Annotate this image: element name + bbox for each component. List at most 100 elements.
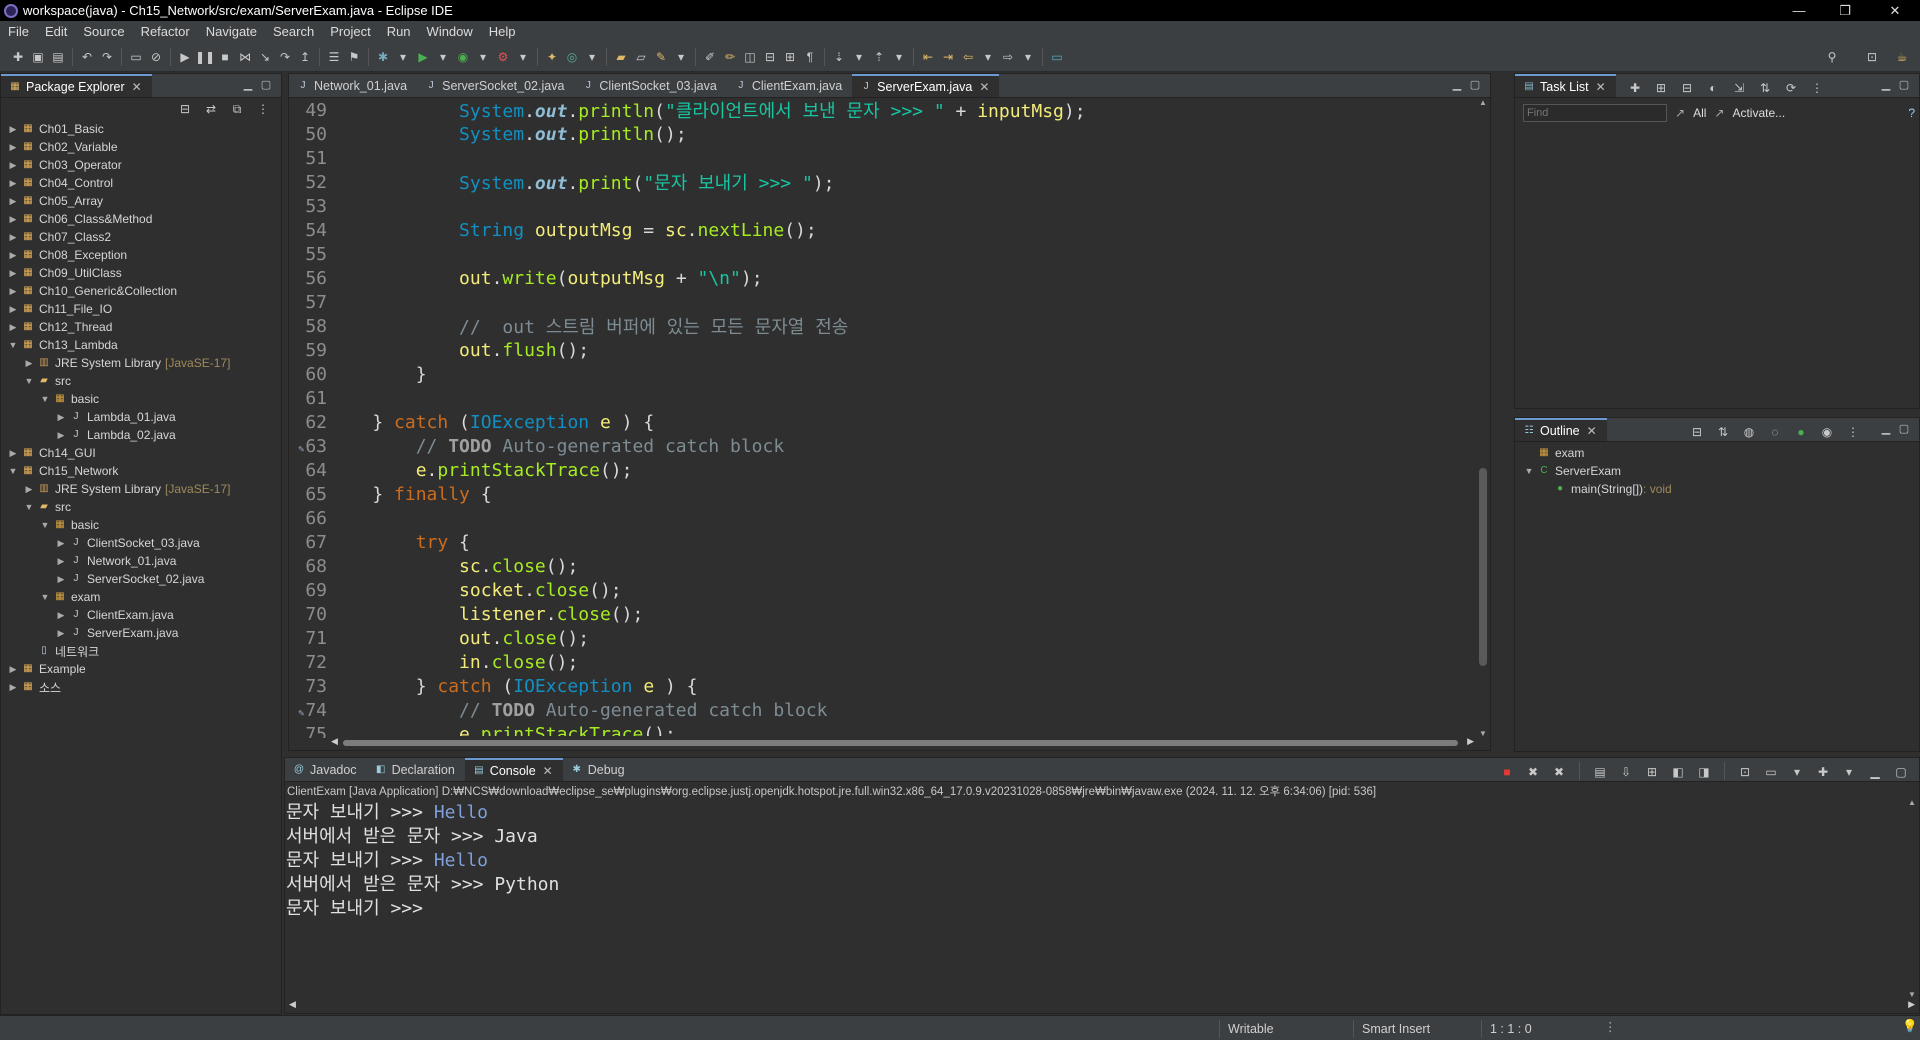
link-with-editor-icon[interactable]: ⇄ (201, 99, 221, 119)
tab-serversocket-02-java[interactable]: J ServerSocket_02.java (417, 74, 574, 97)
categorized-icon[interactable]: ⊞ (1651, 78, 1671, 98)
chevron-right-icon[interactable]: ▶ (7, 160, 19, 171)
tree-item[interactable]: ▶ ▦ Ch04_Control (1, 174, 281, 192)
chevron-right-icon[interactable]: ▶ (7, 214, 19, 225)
tree-item[interactable]: ▼ ▦ Ch15_Network (1, 462, 281, 480)
toggle-breadcrumb-icon[interactable]: ◫ (740, 47, 760, 67)
tree-item[interactable]: ▶ ▦ Ch14_GUI (1, 444, 281, 462)
chevron-right-icon[interactable]: ▶ (7, 322, 19, 333)
tree-item[interactable]: ▶ J ServerExam.java (1, 624, 281, 642)
close-icon[interactable]: ✕ (979, 80, 989, 94)
status-cursor-position[interactable]: 1 : 1 : 0 (1481, 1020, 1532, 1038)
menu-run[interactable]: Run (379, 24, 419, 39)
display-console-icon[interactable]: ▭ (1761, 762, 1781, 782)
remove-launch-icon[interactable]: ✖ (1523, 762, 1543, 782)
redo-icon[interactable]: ↷ (97, 47, 117, 67)
tree-item[interactable]: ▼ ▦ exam (1, 588, 281, 606)
run-icon[interactable]: ▶ (413, 47, 433, 67)
tab-serverexam-java[interactable]: J ServerExam.java ✕ (852, 74, 1000, 97)
menu-navigate[interactable]: Navigate (198, 24, 265, 39)
outline-item[interactable]: ▦ exam (1523, 444, 1919, 462)
chevron-right-icon[interactable]: ▶ (7, 286, 19, 297)
debug-icon[interactable]: ✱ (373, 47, 393, 67)
dropdown-icon[interactable]: ▾ (513, 47, 533, 67)
collapse-icon[interactable]: ⇲ (1729, 78, 1749, 98)
code-line[interactable]: 73 } catch (IOException e ) { (289, 674, 1477, 698)
editor-vertical-scrollbar[interactable]: ▲ ▼ (1476, 98, 1490, 738)
next-annotation-icon[interactable]: ⇣ (829, 47, 849, 67)
tree-item[interactable]: ▶ J Network_01.java (1, 552, 281, 570)
chevron-right-icon[interactable]: ▶ (7, 682, 19, 693)
minimize-view-icon[interactable]: ▁ (1865, 762, 1885, 782)
suspend-icon[interactable]: ❚❚ (195, 47, 215, 67)
tree-item[interactable]: ▶ J Lambda_01.java (1, 408, 281, 426)
step-return-icon[interactable]: ↥ (295, 47, 315, 67)
tab-clientexam-java[interactable]: J ClientExam.java (727, 74, 852, 97)
menu-window[interactable]: Window (419, 24, 481, 39)
chevron-right-icon[interactable]: ▶ (55, 412, 67, 423)
dropdown-icon[interactable]: ▾ (1787, 762, 1807, 782)
chevron-right-icon[interactable]: ▶ (55, 628, 67, 639)
menu-project[interactable]: Project (322, 24, 378, 39)
run-coverage-icon[interactable]: ◉ (453, 47, 473, 67)
dropdown-icon[interactable]: ▾ (582, 47, 602, 67)
skip-breakpoints-icon[interactable]: ⊘ (146, 47, 166, 67)
open-console-icon[interactable]: ✚ (1813, 762, 1833, 782)
code-line[interactable]: ✎74 // TODO Auto-generated catch block (289, 698, 1477, 722)
tree-item[interactable]: ▶ ▥ JRE System Library [JavaSE-17] (1, 480, 281, 498)
menu-help[interactable]: Help (481, 24, 524, 39)
focus-icon[interactable]: ⇅ (1755, 78, 1775, 98)
tree-item[interactable]: ▶ ▦ Ch02_Variable (1, 138, 281, 156)
close-icon[interactable]: ✕ (543, 764, 553, 778)
show-whitespace-icon[interactable]: ¶ (800, 47, 820, 67)
tree-item[interactable]: ▶ ▦ Ch09_UtilClass (1, 264, 281, 282)
sort-icon[interactable]: ⇅ (1713, 422, 1733, 442)
tab-outline[interactable]: ☷ Outline ✕ (1515, 418, 1607, 441)
pin-editor-icon[interactable]: ▭ (1047, 47, 1067, 67)
chevron-down-icon[interactable]: ▼ (39, 394, 51, 404)
clear-console-icon[interactable]: ▤ (1590, 762, 1610, 782)
chevron-down-icon[interactable]: ▼ (23, 502, 35, 512)
chevron-right-icon[interactable]: ▶ (55, 556, 67, 567)
tree-item[interactable]: ▶ ▦ 소스 (1, 678, 281, 696)
tab-javadoc[interactable]: @ Javadoc (285, 758, 367, 781)
task-filter-all[interactable]: All (1693, 106, 1706, 120)
console-vertical-scrollbar[interactable]: ▲ ▼ (1905, 798, 1919, 999)
scroll-right-icon[interactable]: ▶ (1467, 736, 1474, 747)
resume-icon[interactable]: ▶ (175, 47, 195, 67)
forward-edit-icon[interactable]: ⇥ (938, 47, 958, 67)
open-task-icon[interactable]: ▱ (631, 47, 651, 67)
scroll-left-icon[interactable]: ◀ (331, 736, 338, 747)
minimize-button[interactable]: — (1776, 0, 1822, 21)
tip-icon[interactable]: 💡 (1902, 1019, 1918, 1034)
outline-item[interactable]: ● main(String[]) : void (1523, 480, 1919, 498)
hide-completed-icon[interactable]: ◐ (1703, 78, 1723, 98)
minimize-view-icon[interactable]: ▁ (241, 78, 255, 91)
open-type-icon[interactable]: ▰ (611, 47, 631, 67)
dropdown-icon[interactable]: ▾ (849, 47, 869, 67)
scroll-down-icon[interactable]: ▼ (1908, 990, 1916, 999)
tree-item[interactable]: ▶ J ServerSocket_02.java (1, 570, 281, 588)
code-line[interactable]: 58 // out 스트림 버퍼에 있는 모든 문자열 전송 (289, 314, 1477, 339)
prev-annotation-icon[interactable]: ⇡ (869, 47, 889, 67)
close-icon[interactable]: ✕ (132, 80, 142, 94)
console-horizontal-scrollbar[interactable]: ◀ ▶ (285, 999, 1919, 1013)
tree-item[interactable]: ▶ ▥ JRE System Library [JavaSE-17] (1, 354, 281, 372)
hide-local-types-icon[interactable]: ◉ (1817, 422, 1837, 442)
code-line[interactable]: 50 System.out.println(); (289, 122, 1477, 146)
editor-horizontal-scrollbar[interactable]: ◀ ▶ (329, 736, 1476, 750)
dropdown-icon[interactable]: ▾ (1018, 47, 1038, 67)
new-java-project-icon[interactable]: ✦ (542, 47, 562, 67)
search-tool-icon[interactable]: ✎ (651, 47, 671, 67)
code-line[interactable]: 72 in.close(); (289, 650, 1477, 674)
scroll-right-icon[interactable]: ▶ (1908, 999, 1915, 1010)
filters-icon[interactable]: ⧉ (227, 99, 247, 119)
chevron-right-icon[interactable]: ▶ (23, 484, 35, 495)
minimize-view-icon[interactable]: ▁ (1450, 78, 1464, 91)
hide-static-icon[interactable]: ◌ (1765, 422, 1785, 442)
undo-icon[interactable]: ↶ (77, 47, 97, 67)
chevron-right-icon[interactable]: ▶ (55, 574, 67, 585)
dropdown-icon[interactable]: ▾ (473, 47, 493, 67)
hide-nonpublic-icon[interactable]: ● (1791, 422, 1811, 442)
code-line[interactable]: 54 String outputMsg = sc.nextLine(); (289, 218, 1477, 242)
